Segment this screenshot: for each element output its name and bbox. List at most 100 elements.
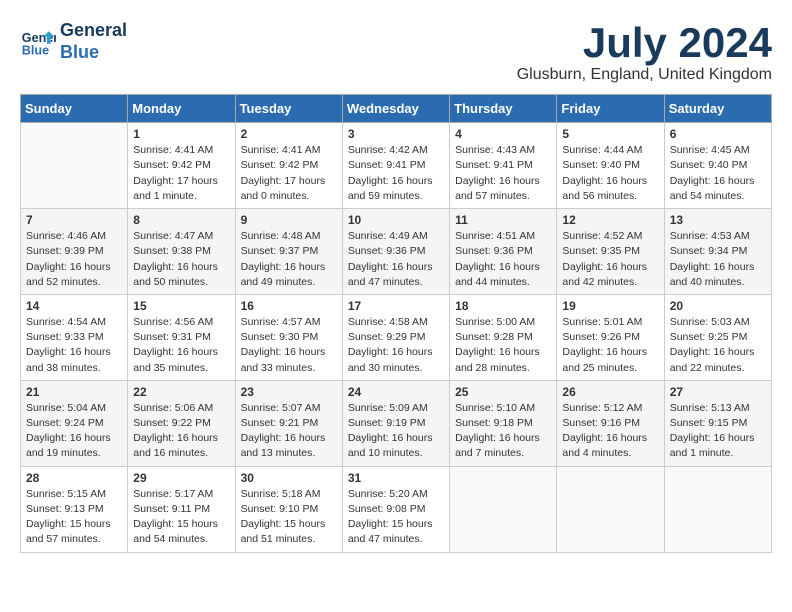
- day-number: 18: [455, 299, 551, 313]
- day-number: 24: [348, 385, 444, 399]
- cell-content: Sunrise: 5:07 AMSunset: 9:21 PMDaylight:…: [241, 401, 337, 462]
- cell-content: Sunrise: 4:41 AMSunset: 9:42 PMDaylight:…: [133, 143, 229, 204]
- day-number: 1: [133, 127, 229, 141]
- header-friday: Friday: [557, 95, 664, 123]
- calendar-cell: 8 Sunrise: 4:47 AMSunset: 9:38 PMDaylight…: [128, 209, 235, 295]
- day-number: 14: [26, 299, 122, 313]
- title-block: July 2024 Glusburn, England, United King…: [517, 20, 772, 84]
- calendar-cell: 2Sunrise: 4:41 AMSunset: 9:42 PMDaylight…: [235, 123, 342, 209]
- calendar-cell: 29 Sunrise: 5:17 AMSunset: 9:11 PMDayligh…: [128, 466, 235, 552]
- header-tuesday: Tuesday: [235, 95, 342, 123]
- cell-content: Sunrise: 4:52 AMSunset: 9:35 PMDaylight:…: [562, 229, 658, 290]
- calendar-cell: 17Sunrise: 4:58 AMSunset: 9:29 PMDayligh…: [342, 294, 449, 380]
- cell-content: Sunrise: 5:18 AMSunset: 9:10 PMDaylight:…: [241, 487, 337, 548]
- cell-content: Sunrise: 5:15 AMSunset: 9:13 PMDaylight:…: [26, 487, 122, 548]
- calendar-week-row: 1 Sunrise: 4:41 AMSunset: 9:42 PMDaylight…: [21, 123, 772, 209]
- calendar-table: SundayMondayTuesdayWednesdayThursdayFrid…: [20, 94, 772, 552]
- cell-content: Sunrise: 5:13 AMSunset: 9:15 PMDaylight:…: [670, 401, 766, 462]
- day-number: 10: [348, 213, 444, 227]
- calendar-week-row: 21Sunrise: 5:04 AMSunset: 9:24 PMDayligh…: [21, 380, 772, 466]
- calendar-cell: 22Sunrise: 5:06 AMSunset: 9:22 PMDayligh…: [128, 380, 235, 466]
- header-thursday: Thursday: [450, 95, 557, 123]
- cell-content: Sunrise: 4:43 AMSunset: 9:41 PMDaylight:…: [455, 143, 551, 204]
- calendar-cell: 20 Sunrise: 5:03 AMSunset: 9:25 PMDayligh…: [664, 294, 771, 380]
- day-number: 22: [133, 385, 229, 399]
- cell-content: Sunrise: 4:47 AMSunset: 9:38 PMDaylight:…: [133, 229, 229, 290]
- day-number: 28: [26, 471, 122, 485]
- day-number: 23: [241, 385, 337, 399]
- day-number: 29: [133, 471, 229, 485]
- cell-content: Sunrise: 4:42 AMSunset: 9:41 PMDaylight:…: [348, 143, 444, 204]
- cell-content: Sunrise: 4:56 AMSunset: 9:31 PMDaylight:…: [133, 315, 229, 376]
- cell-content: Sunrise: 5:09 AMSunset: 9:19 PMDaylight:…: [348, 401, 444, 462]
- calendar-cell: 23 Sunrise: 5:07 AMSunset: 9:21 PMDayligh…: [235, 380, 342, 466]
- cell-content: Sunrise: 4:49 AMSunset: 9:36 PMDaylight:…: [348, 229, 444, 290]
- calendar-cell: 16Sunrise: 4:57 AMSunset: 9:30 PMDayligh…: [235, 294, 342, 380]
- cell-content: Sunrise: 5:20 AMSunset: 9:08 PMDaylight:…: [348, 487, 444, 548]
- calendar-cell: 25 Sunrise: 5:10 AMSunset: 9:18 PMDayligh…: [450, 380, 557, 466]
- calendar-cell: 18 Sunrise: 5:00 AMSunset: 9:28 PMDayligh…: [450, 294, 557, 380]
- calendar-week-row: 7 Sunrise: 4:46 AMSunset: 9:39 PMDaylight…: [21, 209, 772, 295]
- calendar-cell: 5 Sunrise: 4:44 AMSunset: 9:40 PMDaylight…: [557, 123, 664, 209]
- cell-content: Sunrise: 4:51 AMSunset: 9:36 PMDaylight:…: [455, 229, 551, 290]
- calendar-cell: 12 Sunrise: 4:52 AMSunset: 9:35 PMDayligh…: [557, 209, 664, 295]
- calendar-cell: 1 Sunrise: 4:41 AMSunset: 9:42 PMDaylight…: [128, 123, 235, 209]
- calendar-cell: 4 Sunrise: 4:43 AMSunset: 9:41 PMDaylight…: [450, 123, 557, 209]
- cell-content: Sunrise: 4:41 AMSunset: 9:42 PMDaylight:…: [241, 143, 337, 204]
- day-number: 30: [241, 471, 337, 485]
- cell-content: Sunrise: 4:54 AMSunset: 9:33 PMDaylight:…: [26, 315, 122, 376]
- calendar-cell: 19 Sunrise: 5:01 AMSunset: 9:26 PMDayligh…: [557, 294, 664, 380]
- calendar-week-row: 14 Sunrise: 4:54 AMSunset: 9:33 PMDayligh…: [21, 294, 772, 380]
- cell-content: Sunrise: 5:10 AMSunset: 9:18 PMDaylight:…: [455, 401, 551, 462]
- calendar-cell: [664, 466, 771, 552]
- day-number: 3: [348, 127, 444, 141]
- svg-text:Blue: Blue: [22, 43, 49, 57]
- cell-content: Sunrise: 4:46 AMSunset: 9:39 PMDaylight:…: [26, 229, 122, 290]
- day-number: 19: [562, 299, 658, 313]
- header-monday: Monday: [128, 95, 235, 123]
- day-number: 26: [562, 385, 658, 399]
- day-number: 4: [455, 127, 551, 141]
- day-number: 25: [455, 385, 551, 399]
- calendar-cell: 10 Sunrise: 4:49 AMSunset: 9:36 PMDayligh…: [342, 209, 449, 295]
- calendar-cell: 15 Sunrise: 4:56 AMSunset: 9:31 PMDayligh…: [128, 294, 235, 380]
- calendar-cell: 24 Sunrise: 5:09 AMSunset: 9:19 PMDayligh…: [342, 380, 449, 466]
- day-number: 16: [241, 299, 337, 313]
- cell-content: Sunrise: 5:03 AMSunset: 9:25 PMDaylight:…: [670, 315, 766, 376]
- cell-content: Sunrise: 5:17 AMSunset: 9:11 PMDaylight:…: [133, 487, 229, 548]
- calendar-cell: 31Sunrise: 5:20 AMSunset: 9:08 PMDayligh…: [342, 466, 449, 552]
- day-number: 9: [241, 213, 337, 227]
- header-sunday: Sunday: [21, 95, 128, 123]
- calendar-cell: 13 Sunrise: 4:53 AMSunset: 9:34 PMDayligh…: [664, 209, 771, 295]
- page-header: General Blue General Blue July 2024 Glus…: [20, 20, 772, 84]
- logo-text-line1: General: [60, 20, 127, 42]
- cell-content: Sunrise: 5:01 AMSunset: 9:26 PMDaylight:…: [562, 315, 658, 376]
- cell-content: Sunrise: 4:58 AMSunset: 9:29 PMDaylight:…: [348, 315, 444, 376]
- logo: General Blue General Blue: [20, 20, 127, 63]
- calendar-cell: [450, 466, 557, 552]
- day-number: 13: [670, 213, 766, 227]
- logo-text-line2: Blue: [60, 42, 127, 64]
- cell-content: Sunrise: 4:45 AMSunset: 9:40 PMDaylight:…: [670, 143, 766, 204]
- calendar-cell: [21, 123, 128, 209]
- calendar-cell: [557, 466, 664, 552]
- cell-content: Sunrise: 4:48 AMSunset: 9:37 PMDaylight:…: [241, 229, 337, 290]
- day-number: 8: [133, 213, 229, 227]
- day-number: 5: [562, 127, 658, 141]
- day-number: 12: [562, 213, 658, 227]
- logo-icon: General Blue: [20, 24, 56, 60]
- day-number: 7: [26, 213, 122, 227]
- calendar-cell: 6 Sunrise: 4:45 AMSunset: 9:40 PMDaylight…: [664, 123, 771, 209]
- cell-content: Sunrise: 5:00 AMSunset: 9:28 PMDaylight:…: [455, 315, 551, 376]
- day-number: 20: [670, 299, 766, 313]
- cell-content: Sunrise: 4:44 AMSunset: 9:40 PMDaylight:…: [562, 143, 658, 204]
- cell-content: Sunrise: 4:53 AMSunset: 9:34 PMDaylight:…: [670, 229, 766, 290]
- day-number: 15: [133, 299, 229, 313]
- month-title: July 2024: [517, 20, 772, 66]
- calendar-cell: 21Sunrise: 5:04 AMSunset: 9:24 PMDayligh…: [21, 380, 128, 466]
- day-number: 21: [26, 385, 122, 399]
- calendar-cell: 27 Sunrise: 5:13 AMSunset: 9:15 PMDayligh…: [664, 380, 771, 466]
- day-number: 6: [670, 127, 766, 141]
- cell-content: Sunrise: 5:12 AMSunset: 9:16 PMDaylight:…: [562, 401, 658, 462]
- day-number: 27: [670, 385, 766, 399]
